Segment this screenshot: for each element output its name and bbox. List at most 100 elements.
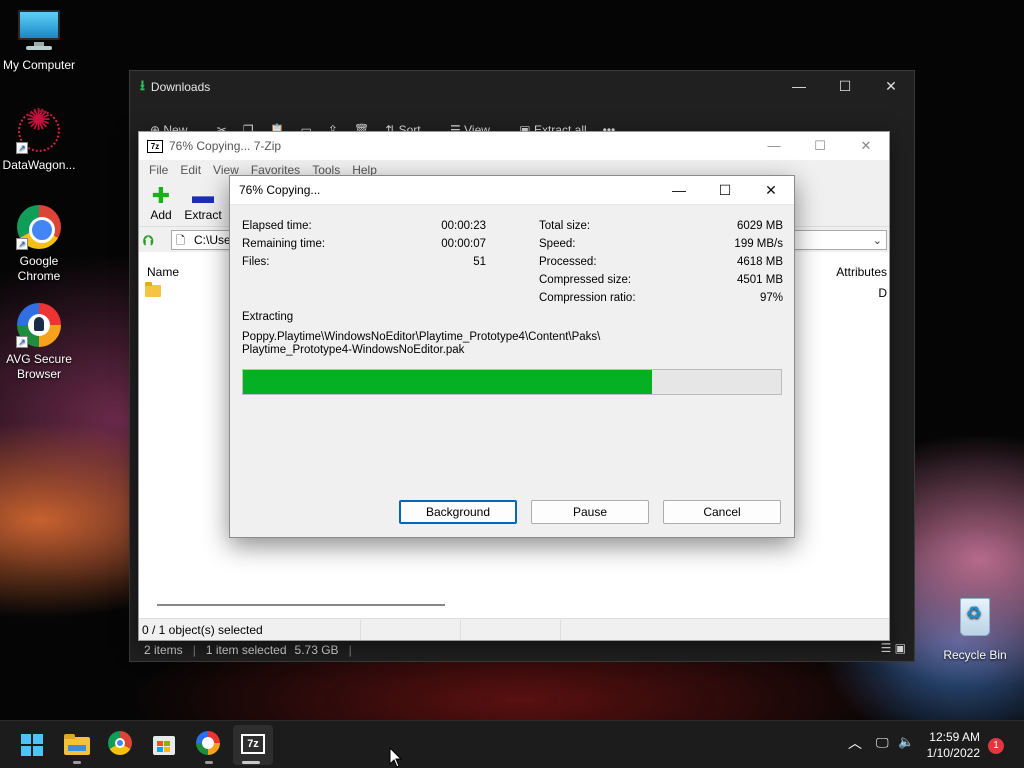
chrome-taskbar-icon[interactable] [108, 731, 134, 757]
view-toggle-icons[interactable]: ☰ ▣ [881, 641, 906, 655]
store-taskbar-icon[interactable] [152, 731, 178, 757]
selected-count: 1 item selected [205, 643, 287, 657]
desktop-icon-label: Recycle Bin [943, 648, 1007, 662]
maximize-icon[interactable]: ☐ [822, 71, 868, 101]
desktop-icon-datawagon[interactable]: ↗ DataWagon... [0, 108, 78, 173]
drive-icon: 🗋 [176, 235, 185, 247]
remaining-time-value: 00:00:07 [441, 238, 486, 250]
start-button[interactable] [21, 734, 43, 756]
minimize-icon[interactable]: — [751, 132, 797, 160]
avg-browser-taskbar-icon[interactable] [196, 731, 222, 757]
files-value: 51 [473, 256, 486, 268]
taskbar-active-indicator [242, 761, 260, 764]
speed-label: Speed: [539, 238, 576, 250]
taskbar: 7z ︿ 🖵 🔈 12:59 AM 1/10/2022 1 [0, 720, 1024, 768]
compressed-size-value: 4501 MB [736, 274, 783, 286]
clock-date: 1/10/2022 [926, 746, 980, 760]
processed-label: Processed: [539, 256, 597, 268]
add-label: Add [150, 208, 172, 222]
cancel-button[interactable]: Cancel [663, 500, 781, 524]
add-button[interactable]: ✚ Add [139, 184, 183, 223]
folder-icon[interactable] [145, 282, 161, 297]
maximize-icon[interactable]: ☐ [702, 176, 748, 204]
desktop-icon-google-chrome[interactable]: ↗ Google Chrome [0, 204, 78, 284]
maximize-icon[interactable]: ☐ [797, 132, 843, 160]
row-attributes: D [878, 286, 887, 300]
explorer-title: Downloads [150, 80, 211, 94]
elapsed-time-value: 00:00:23 [441, 220, 486, 232]
minus-icon: ▬ [192, 183, 214, 208]
pause-button[interactable]: Pause [531, 500, 649, 524]
taskbar-clock[interactable]: 12:59 AM 1/10/2022 [927, 729, 980, 761]
shortcut-arrow-icon: ↗ [16, 238, 28, 250]
zip-statusbar: 0 / 1 object(s) selected [139, 618, 889, 640]
processed-value: 4618 MB [736, 256, 783, 268]
remaining-time-label: Remaining time: [242, 238, 326, 250]
desktop-icon-label: My Computer [2, 58, 76, 72]
total-size-label: Total size: [539, 220, 591, 232]
desktop-icon-label: DataWagon... [2, 158, 76, 172]
compression-ratio-value: 97% [759, 292, 783, 304]
volume-icon[interactable]: 🔈 [898, 734, 914, 750]
operation-label: Extracting [242, 311, 294, 323]
total-size-value: 6029 MB [736, 220, 783, 232]
menu-file[interactable]: File [143, 163, 174, 177]
zip-title: 76% Copying... 7-Zip [169, 139, 282, 153]
minimize-icon[interactable]: — [776, 71, 822, 101]
address-text: C:\Use [194, 233, 231, 247]
desktop-icon-label: Google Chrome [17, 254, 61, 283]
files-label: Files: [242, 256, 270, 268]
speed-value: 199 MB/s [734, 238, 783, 250]
close-icon[interactable]: ✕ [843, 132, 889, 160]
desktop-icon-my-computer[interactable]: My Computer [0, 8, 78, 73]
download-icon: ⭳ [140, 77, 145, 93]
chevron-down-icon[interactable]: ⌄ [873, 232, 882, 250]
chevron-up-icon[interactable]: ︿ [848, 733, 862, 753]
dialog-title: 76% Copying... [239, 183, 321, 197]
recycle-bin-icon [952, 598, 998, 644]
network-icon[interactable]: 🖵 [876, 735, 889, 751]
elapsed-time-label: Elapsed time: [242, 220, 312, 232]
current-file-path-line1: Poppy.Playtime\WindowsNoEditor\Playtime_… [242, 331, 601, 343]
status-cell [361, 619, 461, 640]
selected-size: 5.73 GB [294, 643, 339, 657]
explorer-statusbar: 2 items | 1 item selected 5.73 GB | ☰ ▣ [130, 639, 914, 661]
up-folder-icon[interactable]: ⮉ [143, 231, 161, 249]
avg-browser-icon: ↗ [16, 302, 62, 348]
desktop-icon-label: AVG Secure Browser [6, 352, 72, 381]
shortcut-arrow-icon: ↗ [16, 336, 28, 348]
extract-label: Extract [184, 208, 222, 222]
item-count: 2 items [144, 643, 183, 657]
status-cell [461, 619, 561, 640]
desktop-icon-recycle-bin[interactable]: Recycle Bin [936, 598, 1014, 663]
background-button[interactable]: Background [399, 500, 517, 524]
compression-ratio-label: Compression ratio: [539, 292, 636, 304]
datawagon-icon: ↗ [16, 108, 62, 154]
selection-status: 0 / 1 object(s) selected [141, 619, 361, 640]
file-explorer-taskbar-icon[interactable] [64, 731, 90, 757]
chrome-icon: ↗ [16, 204, 62, 250]
horizontal-scrollbar[interactable] [157, 604, 445, 606]
mouse-cursor-icon [389, 747, 403, 768]
menu-edit[interactable]: Edit [174, 163, 207, 177]
7zip-logo-icon: 7z [147, 139, 163, 153]
compressed-size-label: Compressed size: [539, 274, 632, 286]
progress-dialog: 76% Copying... — ☐ ✕ Elapsed time: 00:00… [229, 175, 795, 538]
7zip-taskbar-icon[interactable]: 7z [241, 734, 265, 754]
progress-bar-fill [243, 370, 652, 394]
taskbar-running-indicator [205, 761, 213, 764]
current-file-path-line2: Playtime_Prototype4-WindowsNoEditor.pak [242, 344, 465, 356]
desktop-icon-avg-secure-browser[interactable]: ↗ AVG Secure Browser [0, 302, 78, 382]
minimize-icon[interactable]: — [656, 176, 702, 204]
taskbar-running-indicator [73, 761, 81, 764]
progress-bar [242, 369, 782, 395]
clock-time: 12:59 AM [929, 730, 980, 744]
column-header-name[interactable]: Name [147, 265, 179, 279]
close-icon[interactable]: ✕ [748, 176, 794, 204]
notification-badge[interactable]: 1 [988, 738, 1004, 754]
monitor-icon [16, 8, 62, 54]
close-icon[interactable]: ✕ [868, 71, 914, 101]
column-header-attributes[interactable]: Attributes [836, 265, 887, 279]
shortcut-arrow-icon: ↗ [16, 142, 28, 154]
extract-button[interactable]: ▬ Extract [181, 183, 225, 223]
